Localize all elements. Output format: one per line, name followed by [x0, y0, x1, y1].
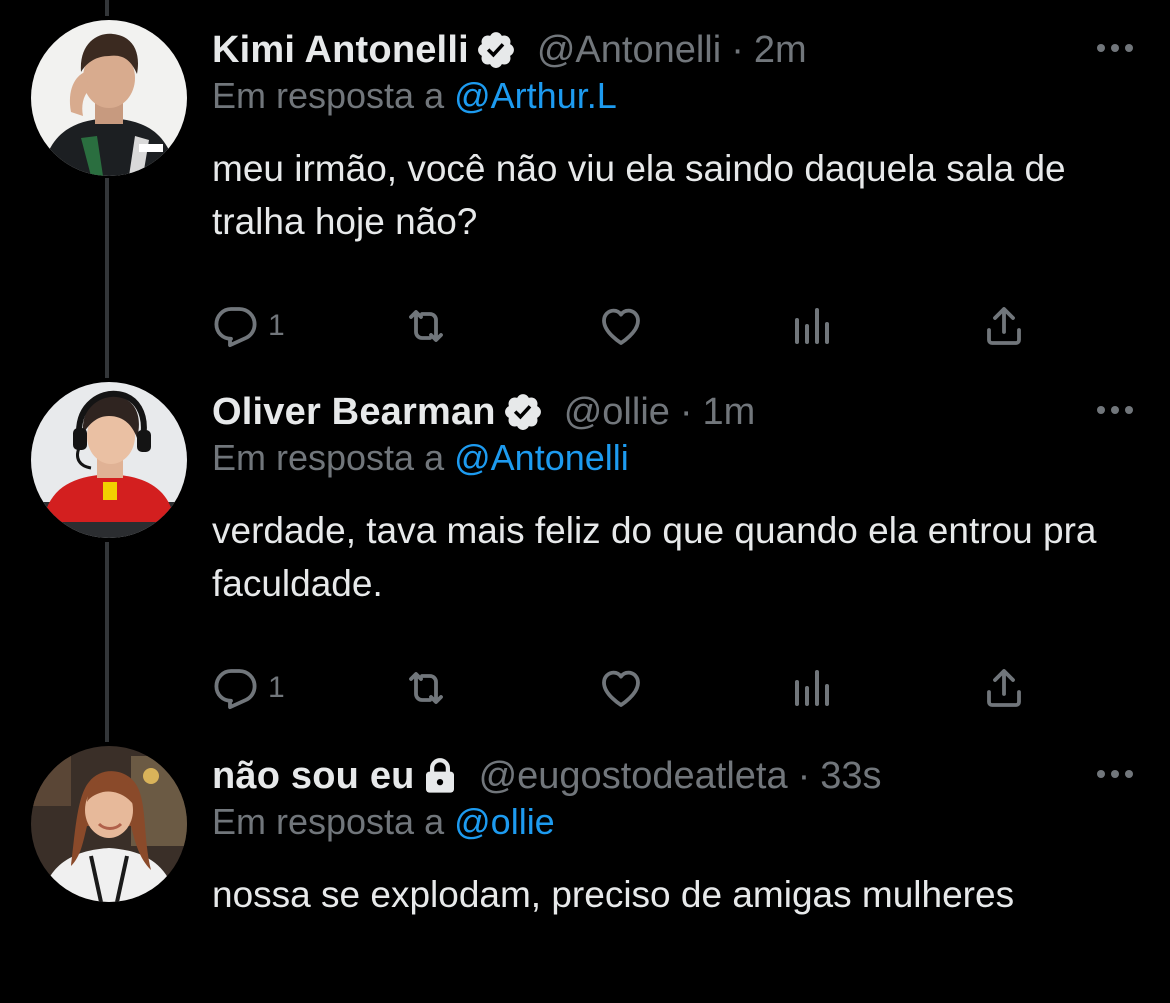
display-name[interactable]: não sou eu [212, 755, 415, 798]
tweet-text: meu irmão, você não viu ela saindo daque… [212, 148, 1066, 242]
separator-dot: · [797, 754, 811, 797]
tweet[interactable]: Kimi Antonelli @Antonelli · 2m Em respos… [0, 20, 1170, 360]
analytics-button[interactable] [788, 298, 836, 354]
more-options-icon[interactable] [1094, 764, 1136, 784]
handle[interactable]: @ollie [564, 391, 670, 434]
reply-icon [214, 307, 257, 348]
separator-dot: · [731, 28, 744, 71]
share-icon [987, 307, 1021, 345]
like-button[interactable] [596, 660, 646, 716]
handle[interactable]: @Antonelli [537, 29, 721, 72]
reply-context: Em resposta a @Antonelli [212, 437, 629, 479]
lock-icon [419, 755, 461, 797]
share-button[interactable] [980, 298, 1028, 354]
thread-line [105, 0, 109, 16]
tweet-text: nossa se explodam, preciso de amigas mul… [212, 874, 1015, 915]
reply-button[interactable]: 1 [212, 660, 285, 716]
analytics-icon [795, 308, 829, 344]
timestamp[interactable]: 33s [820, 755, 881, 798]
reply-prefix: Em resposta a [212, 437, 445, 478]
avatar[interactable] [31, 20, 187, 176]
retweet-icon [409, 310, 443, 342]
reply-mention-link[interactable]: @ollie [454, 801, 555, 842]
reply-prefix: Em resposta a [212, 801, 445, 842]
tweet-actions: 1 [212, 660, 1042, 720]
tweet-header: Kimi Antonelli @Antonelli · 2m [212, 20, 807, 80]
reply-context: Em resposta a @ollie [212, 801, 555, 843]
reply-context: Em resposta a @Arthur.L [212, 75, 617, 117]
like-button[interactable] [596, 298, 646, 354]
reply-count: 1 [268, 309, 285, 342]
display-name[interactable]: Kimi Antonelli [212, 29, 469, 72]
heart-icon [602, 308, 640, 345]
display-name[interactable]: Oliver Bearman [212, 391, 496, 434]
share-icon [987, 669, 1021, 707]
avatar[interactable] [31, 746, 187, 902]
avatar[interactable] [31, 382, 187, 538]
tweet[interactable]: não sou eu @eugostodeatleta · 33s Em res… [0, 746, 1170, 1003]
heart-icon [602, 670, 640, 707]
analytics-icon [795, 670, 829, 706]
timestamp[interactable]: 1m [703, 391, 756, 434]
separator-dot: · [679, 390, 693, 433]
verified-icon [475, 29, 517, 71]
retweet-button[interactable] [400, 298, 452, 354]
tweet-header: não sou eu @eugostodeatleta · 33s [212, 746, 882, 806]
reply-icon [214, 669, 257, 710]
reply-button[interactable]: 1 [212, 298, 285, 354]
reply-count: 1 [268, 671, 285, 704]
share-button[interactable] [980, 660, 1028, 716]
reply-prefix: Em resposta a [212, 75, 445, 116]
retweet-button[interactable] [400, 660, 452, 716]
reply-mention-link[interactable]: @Antonelli [454, 437, 629, 478]
tweet[interactable]: Oliver Bearman @ollie · 1m Em resposta a… [0, 382, 1170, 722]
reply-mention-link[interactable]: @Arthur.L [454, 75, 617, 116]
timestamp[interactable]: 2m [754, 29, 807, 72]
more-options-icon[interactable] [1094, 400, 1136, 420]
tweet-header: Oliver Bearman @ollie · 1m [212, 382, 755, 442]
more-options-icon[interactable] [1094, 38, 1136, 58]
handle[interactable]: @eugostodeatleta [479, 755, 788, 798]
analytics-button[interactable] [788, 660, 836, 716]
retweet-icon [409, 672, 443, 704]
verified-icon [502, 391, 544, 433]
tweet-actions: 1 [212, 298, 1042, 358]
tweet-text: verdade, tava mais feliz do que quando e… [212, 510, 1097, 604]
